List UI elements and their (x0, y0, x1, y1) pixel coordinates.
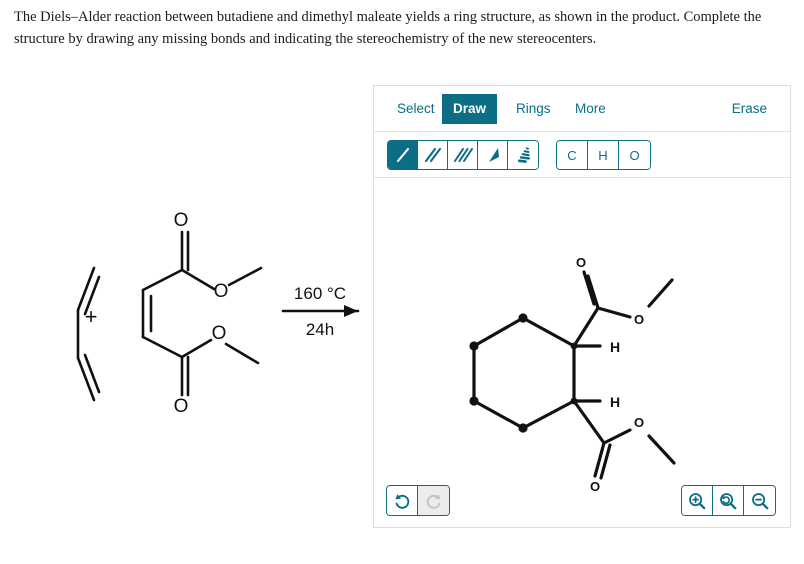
tab-select[interactable]: Select (386, 94, 446, 124)
undo-button[interactable] (387, 486, 418, 515)
triple-bond-icon (453, 148, 473, 162)
upper-ester-group (572, 270, 674, 348)
hash-bond-button[interactable] (508, 141, 538, 169)
label-o-ester-lower: O (634, 415, 644, 430)
redo-icon (426, 493, 441, 509)
label-o-carbonyl-upper: O (576, 255, 586, 270)
bond-tool-group (387, 140, 539, 170)
question-prompt-text: The Diels–Alder reaction between butadie… (14, 9, 762, 48)
zoom-button-group (681, 485, 776, 516)
redo-button (418, 486, 449, 515)
question-prompt: The Diels–Alder reaction between butadie… (14, 6, 792, 51)
editor-canvas[interactable]: H H O O O O (374, 178, 790, 527)
editor-toolstrip: C H O (374, 132, 790, 178)
label-h-upper: H (610, 339, 620, 355)
zoom-in-icon (689, 492, 706, 509)
maleate-carbonyl-o-lower: O (174, 396, 189, 417)
tab-rings[interactable]: Rings (505, 94, 562, 124)
zoom-reset-icon (720, 492, 737, 509)
zoom-out-button[interactable] (744, 486, 775, 515)
label-h-lower: H (610, 394, 620, 410)
triple-bond-button[interactable] (448, 141, 478, 169)
atom-tool-group: C H O (556, 140, 651, 170)
erase-button[interactable]: Erase (721, 94, 778, 124)
butadiene-structure (76, 266, 101, 402)
label-o-carbonyl-lower: O (590, 479, 600, 494)
plus-sign: + (85, 304, 98, 329)
maleate-carbonyl-o-upper: O (174, 210, 189, 231)
history-button-group (386, 485, 450, 516)
zoom-out-icon (751, 492, 768, 509)
condition-time: 24h (306, 320, 334, 339)
reaction-arrow-head (344, 305, 358, 317)
label-o-ester-upper: O (634, 312, 644, 327)
wedge-bond-icon (488, 148, 499, 162)
product-structure-svg: H H O O O O (469, 255, 676, 494)
reaction-scheme: O O O O + 160 °C 24h (0, 180, 372, 440)
dimethyl-maleate-structure (141, 230, 263, 397)
lower-ester-group (572, 399, 676, 480)
double-bond-button[interactable] (418, 141, 448, 169)
zoom-reset-button[interactable] (713, 486, 744, 515)
editor-tabbar: Select Draw Rings More Erase (374, 86, 790, 132)
cyclohexane-ring (472, 316, 576, 430)
maleate-ester-o-lower: O (212, 323, 227, 344)
tab-more[interactable]: More (564, 94, 617, 124)
tab-draw[interactable]: Draw (442, 94, 498, 124)
hash-bond-icon (517, 147, 530, 163)
reaction-scheme-svg: O O O O + 160 °C 24h (76, 210, 360, 417)
wedge-bond-button[interactable] (478, 141, 508, 169)
zoom-in-button[interactable] (682, 486, 713, 515)
maleate-ester-o-upper: O (214, 281, 229, 302)
atom-button-c[interactable]: C (557, 141, 588, 169)
condition-temperature: 160 °C (294, 284, 346, 303)
atom-button-h[interactable]: H (588, 141, 619, 169)
single-bond-icon (396, 147, 409, 163)
molecule-editor-panel: Select Draw Rings More Erase C H O H H O… (373, 85, 791, 528)
double-bond-icon (424, 147, 441, 163)
atom-button-o[interactable]: O (619, 141, 650, 169)
undo-icon (395, 493, 410, 509)
single-bond-button[interactable] (388, 141, 418, 169)
